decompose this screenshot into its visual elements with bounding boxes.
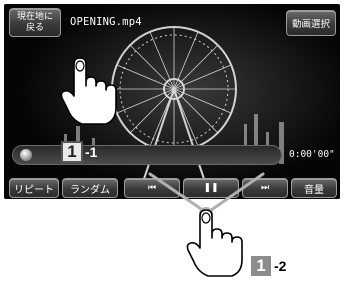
pause-button[interactable]: ❚❚ [183,178,239,198]
prev-track-button[interactable]: ⏮ [124,178,180,198]
prev-track-icon: ⏮ [147,183,157,193]
progress-knob[interactable] [20,149,32,161]
volume-button[interactable]: 音量 [291,178,337,198]
repeat-button[interactable]: リピート [9,178,59,198]
pause-icon: ❚❚ [203,183,219,193]
pointing-hand-icon [186,207,243,277]
next-track-button[interactable]: ⏭ [242,178,288,198]
random-button[interactable]: ランダム [62,178,118,198]
step-number: 1 [61,141,83,163]
elapsed-time: 0:00'00" [289,149,335,160]
back-button-line2: 戻る [25,22,44,33]
file-name: OPENING.mp4 [70,16,142,28]
step-badge-1-2: 1 -2 [250,255,286,277]
back-button-line1: 現在地に [16,11,53,22]
step-suffix: -1 [85,144,98,160]
video-select-button[interactable]: 動画選択 [286,10,336,36]
step-badge-1-1: 1 -1 [61,141,97,163]
step-suffix: -2 [274,258,287,274]
return-to-current-location-button[interactable]: 現在地に 戻る [9,8,61,37]
next-track-icon: ⏭ [260,183,270,193]
step-number: 1 [250,255,272,277]
progress-bar[interactable] [12,145,282,165]
video-player-screen[interactable]: 現在地に 戻る OPENING.mp4 動画選択 0:00'00" リピート ラ… [4,4,340,199]
